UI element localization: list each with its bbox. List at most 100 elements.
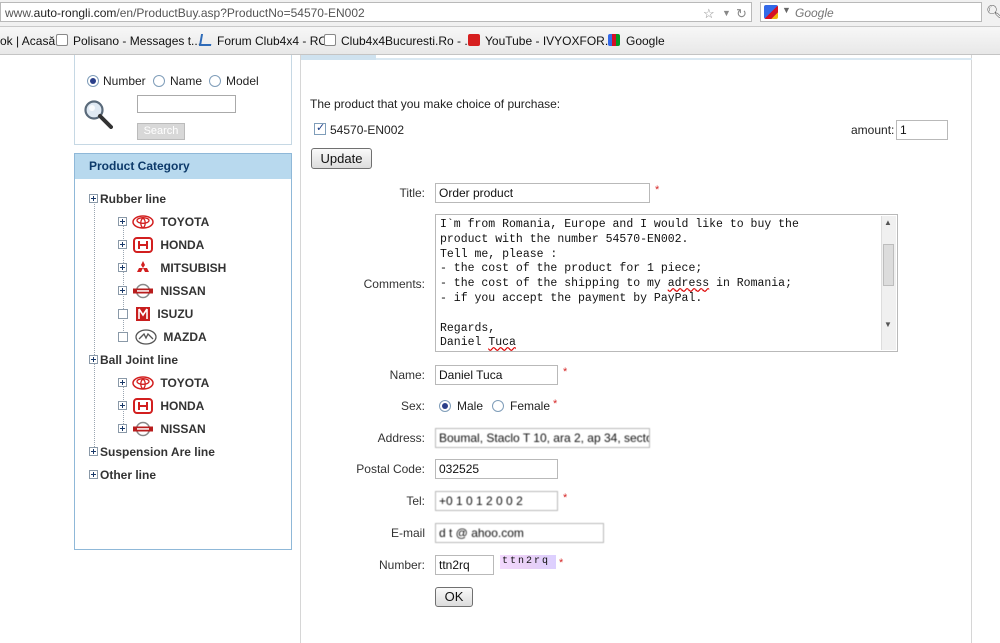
reload-icon[interactable]: ↻: [736, 6, 747, 22]
content-top-border: [376, 58, 972, 60]
expand-toggle-icon[interactable]: [118, 378, 127, 388]
product-search-box: Number Name Model Search: [74, 55, 292, 145]
expand-toggle-icon[interactable]: [89, 194, 98, 204]
engine-dropdown-icon[interactable]: ▼: [782, 5, 791, 15]
tree-item-honda[interactable]: HONDA: [118, 234, 204, 254]
bookmark-item[interactable]: Polisano - Messages t...: [73, 34, 201, 48]
required-mark: *: [553, 398, 558, 410]
tree-item-toyota[interactable]: TOYOTA: [118, 372, 209, 392]
nissan-logo-icon: [133, 421, 154, 437]
google-icon: [608, 34, 620, 46]
number-label: Number:: [378, 558, 425, 572]
postal-code-label: Postal Code:: [356, 462, 425, 476]
captcha-image: ttn2rq: [500, 555, 556, 569]
expand-toggle-icon[interactable]: [89, 447, 98, 457]
google-engine-icon[interactable]: [764, 5, 778, 19]
bookmark-item[interactable]: Forum Club4x4 - RO: [217, 34, 328, 48]
search-go-icon[interactable]: 🔍︎: [986, 4, 1000, 20]
expand-toggle-icon[interactable]: [118, 263, 127, 273]
comments-textarea[interactable]: I`m from Romania, Europe and I would lik…: [435, 214, 898, 352]
youtube-icon: [468, 34, 480, 46]
amount-label: amount:: [851, 123, 895, 137]
address-input[interactable]: Boumal, Staclo T 10, ara 2, ap 34, secto…: [435, 428, 650, 448]
email-input[interactable]: d t @ ahoo.com: [435, 523, 604, 543]
ok-button[interactable]: OK: [435, 587, 473, 607]
sex-male-radio[interactable]: [439, 400, 451, 412]
tree-item-mitsubishi[interactable]: MITSUBISH: [118, 257, 226, 277]
nissan-logo-icon: [133, 283, 154, 299]
expand-toggle-icon[interactable]: [118, 217, 127, 227]
scroll-thumb[interactable]: [883, 244, 894, 286]
radio-model[interactable]: [209, 75, 221, 87]
bookmark-item[interactable]: YouTube - IVYOXFOR...: [485, 34, 615, 48]
purchase-intro-text: The product that you make choice of purc…: [310, 97, 561, 111]
main-content: The product that you make choice of purc…: [300, 55, 972, 643]
bookmark-item[interactable]: Google: [626, 34, 665, 48]
sex-female-radio[interactable]: [492, 400, 504, 412]
magnifier-icon: [84, 100, 113, 129]
comments-label: Comments:: [363, 277, 425, 291]
tree-item-nissan[interactable]: NISSAN: [118, 280, 206, 300]
radio-name[interactable]: [153, 75, 165, 87]
search-button[interactable]: Search: [137, 123, 185, 140]
expand-toggle-icon[interactable]: [89, 355, 98, 365]
address-label: Address:: [377, 431, 425, 445]
expand-toggle-icon[interactable]: [118, 424, 127, 434]
scroll-up-icon[interactable]: ▲: [884, 218, 892, 227]
bookmark-item[interactable]: ok | Acasă: [0, 34, 55, 48]
scroll-down-icon[interactable]: ▼: [884, 320, 892, 329]
required-mark: *: [563, 492, 568, 504]
update-button[interactable]: Update: [311, 148, 372, 169]
history-dropdown-icon[interactable]: ▼: [722, 8, 731, 18]
sex-male-label: Male: [457, 399, 484, 413]
tree-group-ball-joint-line[interactable]: Ball Joint line: [89, 349, 178, 369]
mazda-logo-icon: [135, 329, 157, 345]
address-bar[interactable]: www.auto-rongli.com/en/ProductBuy.asp?Pr…: [0, 2, 752, 22]
tree-item-toyota[interactable]: TOYOTA: [118, 211, 209, 231]
tree-item-nissan[interactable]: NISSAN: [118, 418, 206, 438]
search-engine-placeholder: Google: [795, 6, 834, 20]
expand-toggle-icon[interactable]: [89, 470, 98, 480]
expand-toggle-icon[interactable]: [118, 286, 127, 296]
tree-leaf-icon: [118, 331, 128, 342]
title-label: Title:: [399, 186, 425, 200]
tree-item-mazda[interactable]: MAZDA: [118, 326, 207, 346]
expand-toggle-icon[interactable]: [118, 401, 127, 411]
name-input[interactable]: Daniel Tuca: [435, 365, 558, 385]
textarea-scrollbar[interactable]: ▲ ▼: [881, 216, 896, 350]
sex-label: Sex:: [400, 399, 425, 413]
required-mark: *: [655, 184, 660, 196]
email-label: E-mail: [390, 526, 425, 540]
expand-toggle-icon[interactable]: [118, 240, 127, 250]
left-sidebar: Number Name Model Search Product Categor…: [74, 55, 292, 643]
postal-code-input[interactable]: 032525: [435, 459, 558, 479]
tree-item-honda[interactable]: HONDA: [118, 395, 204, 415]
honda-logo-icon: [133, 236, 154, 253]
bookmark-item[interactable]: Club4x4Bucuresti.Ro - ...: [341, 34, 474, 48]
tel-input[interactable]: +0 1 0 1 2 0 0 2: [435, 491, 558, 511]
title-input[interactable]: Order product: [435, 183, 650, 203]
required-mark: *: [559, 557, 564, 569]
product-category-panel: Product Category Rubber line TOYOTA HOND…: [74, 153, 292, 550]
bookmark-star-icon[interactable]: ☆: [703, 6, 715, 22]
tree-leaf-icon: [118, 308, 128, 319]
product-checkbox[interactable]: [314, 121, 326, 135]
amount-input[interactable]: 1: [896, 120, 948, 140]
verification-input[interactable]: ttn2rq: [435, 555, 494, 575]
browser-toolbar: www.auto-rongli.com/en/ProductBuy.asp?Pr…: [0, 0, 1000, 27]
search-input[interactable]: [137, 95, 236, 113]
isuzu-logo-icon: [136, 306, 151, 321]
tel-label: Tel:: [406, 494, 425, 508]
toyota-logo-icon: [132, 376, 155, 390]
page-icon: [56, 34, 68, 46]
tree-group-rubber-line[interactable]: Rubber line: [89, 188, 166, 208]
radio-number[interactable]: [87, 75, 99, 87]
category-header: Product Category: [75, 154, 291, 179]
tree-group-other-line[interactable]: Other line: [89, 464, 156, 484]
honda-logo-icon: [133, 397, 154, 414]
name-label: Name:: [389, 368, 425, 382]
search-engine-box[interactable]: ▼ Google: [760, 2, 982, 22]
tree-group-suspension-line[interactable]: Suspension Are line: [89, 441, 215, 461]
url-text: www.auto-rongli.com/en/ProductBuy.asp?Pr…: [5, 6, 365, 20]
tree-item-isuzu[interactable]: ISUZU: [118, 303, 193, 323]
